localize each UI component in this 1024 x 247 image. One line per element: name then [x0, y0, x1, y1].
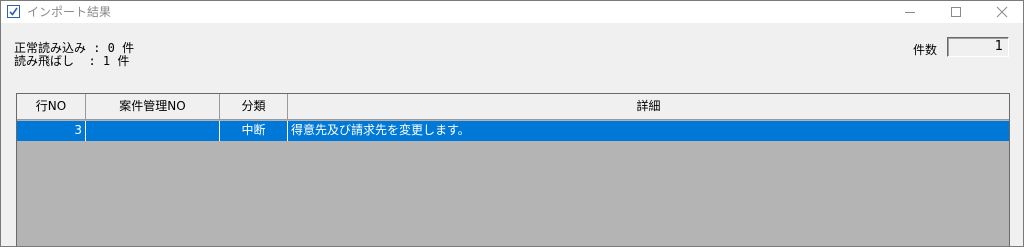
column-header-row-no[interactable]: 行NO — [17, 94, 86, 120]
column-header-case-no[interactable]: 案件管理NO — [86, 94, 220, 120]
result-grid[interactable]: 行NO 案件管理NO 分類 詳細 3 中断 得意先及び請求先を変更します。 — [16, 93, 1010, 246]
close-button[interactable] — [979, 1, 1024, 23]
cell-detail[interactable]: 得意先及び請求先を変更します。 — [288, 121, 1009, 141]
close-icon — [996, 6, 1008, 18]
maximize-button[interactable] — [933, 1, 979, 23]
count-label: 件数 — [913, 43, 938, 57]
title-bar[interactable]: インポート結果 — [1, 1, 1023, 23]
table-row[interactable]: 3 中断 得意先及び請求先を変更します。 — [17, 121, 1009, 141]
grid-header: 行NO 案件管理NO 分類 詳細 — [17, 94, 1009, 121]
skipped-count: 読み飛ばし : 1 件 — [14, 54, 130, 68]
cell-case-no[interactable] — [86, 121, 220, 141]
cell-category[interactable]: 中断 — [220, 121, 288, 141]
import-result-icon — [7, 5, 20, 18]
minimize-button[interactable] — [887, 1, 933, 23]
minimize-icon — [905, 12, 915, 13]
window-title: インポート結果 — [27, 5, 112, 19]
maximize-icon — [951, 7, 961, 17]
column-header-category[interactable]: 分類 — [220, 94, 288, 120]
import-result-window: インポート結果 正常読み込み : 0 件 読み飛ばし : 1 件 件数 1 行N… — [0, 0, 1024, 247]
column-header-detail[interactable]: 詳細 — [288, 94, 1009, 120]
cell-row-no[interactable]: 3 — [17, 121, 86, 141]
count-field: 1 — [947, 37, 1009, 57]
